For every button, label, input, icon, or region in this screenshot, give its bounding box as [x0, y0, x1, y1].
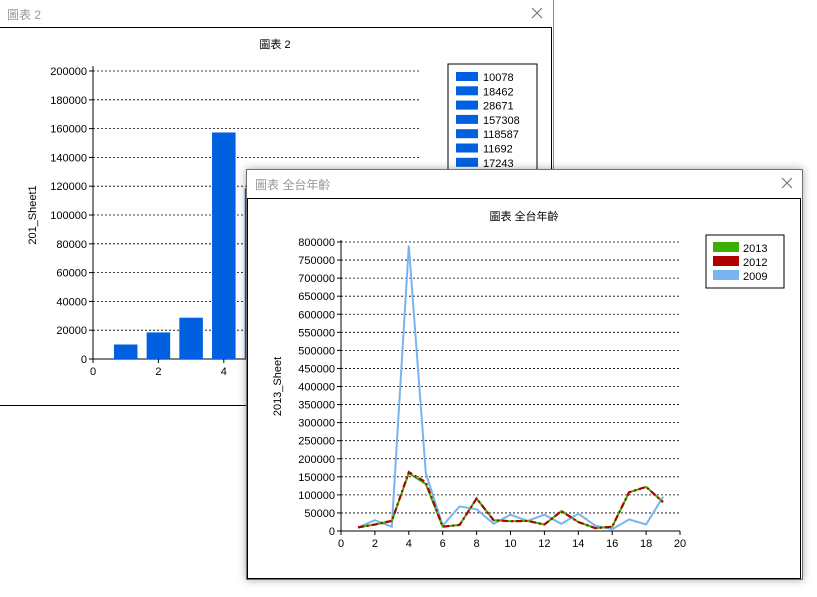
y-tick-label: 700000 — [298, 273, 335, 285]
legend-swatch — [456, 114, 478, 124]
x-tick-label: 4 — [406, 538, 412, 550]
legend-label: 2009 — [743, 271, 767, 283]
y-tick-label: 350000 — [298, 400, 335, 412]
y-tick-label: 100000 — [298, 490, 335, 502]
y-tick-label: 180000 — [50, 95, 87, 107]
x-tick-label: 16 — [606, 538, 618, 550]
y-tick-label: 550000 — [298, 327, 335, 339]
y-tick-label: 80000 — [56, 239, 87, 251]
y-tick-label: 650000 — [298, 291, 335, 303]
x-tick-label: 12 — [538, 538, 550, 550]
window-titlebar[interactable]: 圖表 全台年齡 — [247, 170, 802, 196]
legend-label: 11692 — [483, 144, 513, 156]
legend-swatch — [456, 72, 478, 81]
window-title: 圖表 2 — [7, 8, 42, 22]
y-tick-label: 60000 — [56, 268, 87, 280]
close-icon[interactable] — [527, 3, 547, 23]
y-tick-label: 0 — [81, 354, 87, 366]
y-tick-label: 140000 — [50, 152, 87, 164]
y-tick-label: 500000 — [298, 345, 335, 357]
line-chart: 圖表 全台年齡 0 50000 100000 150000 200000 250000 300… — [272, 209, 785, 550]
x-tick-label: 8 — [474, 538, 480, 550]
window-title: 圖表 全台年齡 — [255, 178, 331, 192]
x-tick-label: 14 — [572, 538, 584, 550]
series-line-2013 — [357, 471, 664, 530]
y-tick-label: 600000 — [298, 309, 335, 321]
y-axis-label: 2013_Sheet — [272, 357, 284, 416]
y-axis-label: 201_Sheet1 — [27, 185, 39, 244]
x-tick-label: 18 — [640, 538, 652, 550]
chart-title: 圖表 2 — [259, 37, 290, 51]
y-tick-label: 300000 — [298, 418, 335, 430]
x-tick-label: 10 — [504, 538, 516, 550]
x-tick-label: 20 — [674, 538, 686, 550]
chart-window-age[interactable]: 圖表 全台年齡 圖表 全台年齡 0 50000 100000 150000 200000 2… — [246, 169, 803, 580]
x-tick-label: 2 — [155, 366, 161, 378]
bar — [146, 332, 171, 359]
y-tick-label: 40000 — [56, 296, 87, 308]
y-tick-label: 150000 — [298, 472, 335, 484]
legend-swatch — [456, 157, 478, 167]
legend-label: 157308 — [483, 115, 520, 127]
legend-label: 118587 — [483, 129, 519, 141]
bar — [212, 132, 236, 359]
legend-swatch — [456, 86, 478, 96]
y-tick-label: 400000 — [298, 382, 335, 394]
legend-swatch — [456, 129, 478, 139]
y-tick-label: 50000 — [304, 508, 335, 520]
y-tick-label: 800000 — [298, 237, 335, 249]
legend-swatch — [713, 256, 739, 266]
y-tick-label: 0 — [329, 526, 335, 538]
bar — [179, 317, 203, 359]
y-tick-label: 450000 — [298, 363, 335, 375]
y-tick-label: 200000 — [298, 454, 335, 466]
y-tick-label: 160000 — [50, 124, 87, 136]
y-tick-label: 250000 — [298, 436, 335, 448]
x-tick-label: 6 — [440, 538, 446, 550]
legend-swatch — [456, 143, 478, 153]
chart-title: 圖表 全台年齡 — [489, 209, 558, 223]
x-tick-label: 0 — [338, 538, 344, 550]
series-line-2012 — [357, 470, 664, 530]
chart-panel: 圖表 全台年齡 0 50000 100000 150000 200000 250000 300… — [247, 198, 801, 579]
legend-label: 17243 — [483, 158, 514, 170]
y-tick-label: 120000 — [50, 181, 87, 193]
y-tick-label: 20000 — [56, 325, 87, 337]
legend-label: 2012 — [743, 257, 767, 269]
legend-swatch — [713, 242, 739, 252]
y-tick-label: 100000 — [50, 210, 87, 222]
x-tick-label: 2 — [372, 538, 378, 550]
legend-label: 2013 — [743, 243, 767, 255]
legend-swatch — [456, 100, 478, 110]
legend-label: 28671 — [483, 101, 514, 113]
x-tick-label: 4 — [221, 366, 227, 378]
legend-swatch — [713, 270, 739, 280]
legend-label: 18462 — [483, 86, 514, 98]
close-icon[interactable] — [777, 173, 797, 193]
y-tick-label: 200000 — [50, 66, 87, 78]
bar — [113, 344, 138, 359]
x-tick-label: 0 — [90, 366, 96, 378]
legend-label: 10078 — [483, 72, 514, 84]
y-tick-label: 750000 — [298, 255, 335, 267]
window-titlebar[interactable]: 圖表 2 — [0, 0, 553, 26]
